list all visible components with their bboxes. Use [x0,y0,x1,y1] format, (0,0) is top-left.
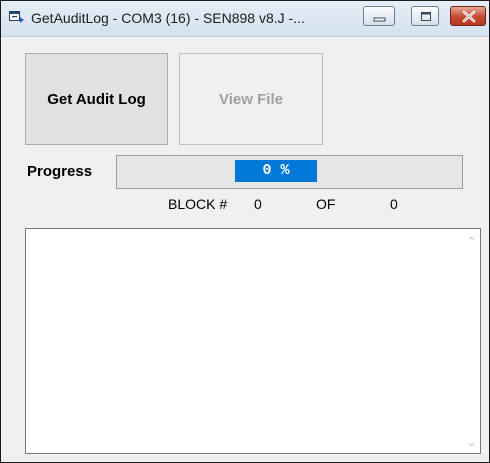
view-file-button[interactable]: View File [179,53,323,145]
app-window-icon[interactable] [9,11,25,25]
block-label: BLOCK # [168,196,228,212]
scroll-down-icon[interactable]: ⌄ [463,434,480,451]
block-of-label: OF [316,196,336,212]
maximize-button[interactable] [411,6,439,26]
application-window: GetAuditLog - COM3 (16) - SEN898 v8.J -.… [0,0,490,463]
get-audit-log-button[interactable]: Get Audit Log [25,53,168,145]
title-bar[interactable]: GetAuditLog - COM3 (16) - SEN898 v8.J -.… [1,1,489,37]
close-icon [462,10,476,23]
log-output-textarea[interactable]: ⌃ ⌄ [25,228,481,454]
block-total-value: 0 [390,196,398,212]
minimize-icon [373,17,386,22]
progress-percent-text: 0 % [235,160,317,182]
block-current-value: 0 [254,196,262,212]
client-area: Get Audit Log View File Progress 0 % BLO… [1,37,489,462]
window-title: GetAuditLog - COM3 (16) - SEN898 v8.J -.… [31,10,305,26]
progress-bar: 0 % [116,155,463,189]
close-button[interactable] [450,6,486,26]
minimize-button[interactable] [363,6,395,26]
progress-label: Progress [27,163,93,180]
vertical-scrollbar[interactable]: ⌃ ⌄ [463,229,480,453]
scroll-up-icon[interactable]: ⌃ [463,233,480,250]
log-output-text [26,229,462,453]
maximize-icon [421,12,431,21]
